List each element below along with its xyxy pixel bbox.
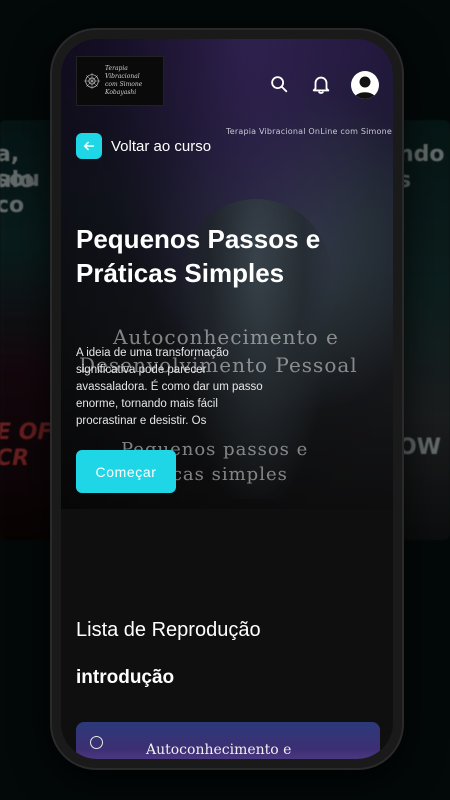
user-silhouette-icon [354, 76, 376, 99]
back-label[interactable]: Voltar ao curso [111, 138, 211, 155]
app-header: Terapia Vibracional com Simone Kobayashi [61, 39, 393, 119]
background-text: CR [0, 446, 30, 471]
phone-frame: Terapia Vibracional com Simone Kobayashi… [52, 30, 402, 768]
logo-line: Terapia Vibracional [105, 65, 140, 80]
playlist-heading: Lista de Reprodução [76, 619, 261, 641]
bell-icon[interactable] [310, 73, 332, 95]
completion-radio[interactable] [90, 736, 103, 749]
playlist-item[interactable]: Autoconhecimento e [76, 722, 380, 759]
background-thumbnail-left: a, sou ulo co E OF CR [0, 120, 60, 540]
arrow-left-icon [83, 141, 95, 151]
lesson-description: A ideia de uma transformação significati… [76, 347, 263, 427]
back-to-course-button[interactable]: Voltar ao curso [76, 133, 211, 159]
background-text: ulo co [0, 168, 35, 218]
course-subtitle: Terapia Vibracional OnLine com Simone Ko… [226, 127, 393, 136]
app-logo[interactable]: Terapia Vibracional com Simone Kobayashi [76, 56, 164, 106]
module-title: introdução [76, 667, 175, 688]
start-button[interactable]: Começar [76, 450, 176, 493]
playlist-item-thumbnail-text: Autoconhecimento e [146, 742, 292, 758]
search-icon[interactable] [268, 73, 290, 95]
logo-text: Terapia Vibracional com Simone Kobayashi [105, 65, 161, 97]
back-button-box[interactable] [76, 133, 102, 159]
background-text: ndo [398, 142, 445, 167]
mandala-icon [83, 72, 101, 90]
logo-line: com Simone Kobayashi [105, 81, 143, 96]
phone-screen: Terapia Vibracional com Simone Kobayashi… [61, 39, 393, 759]
background-text: E OF [0, 420, 53, 445]
background-text: OW [398, 435, 441, 460]
user-avatar-icon[interactable] [351, 71, 379, 99]
lesson-title: Pequenos Passos e Práticas Simples [76, 224, 321, 288]
